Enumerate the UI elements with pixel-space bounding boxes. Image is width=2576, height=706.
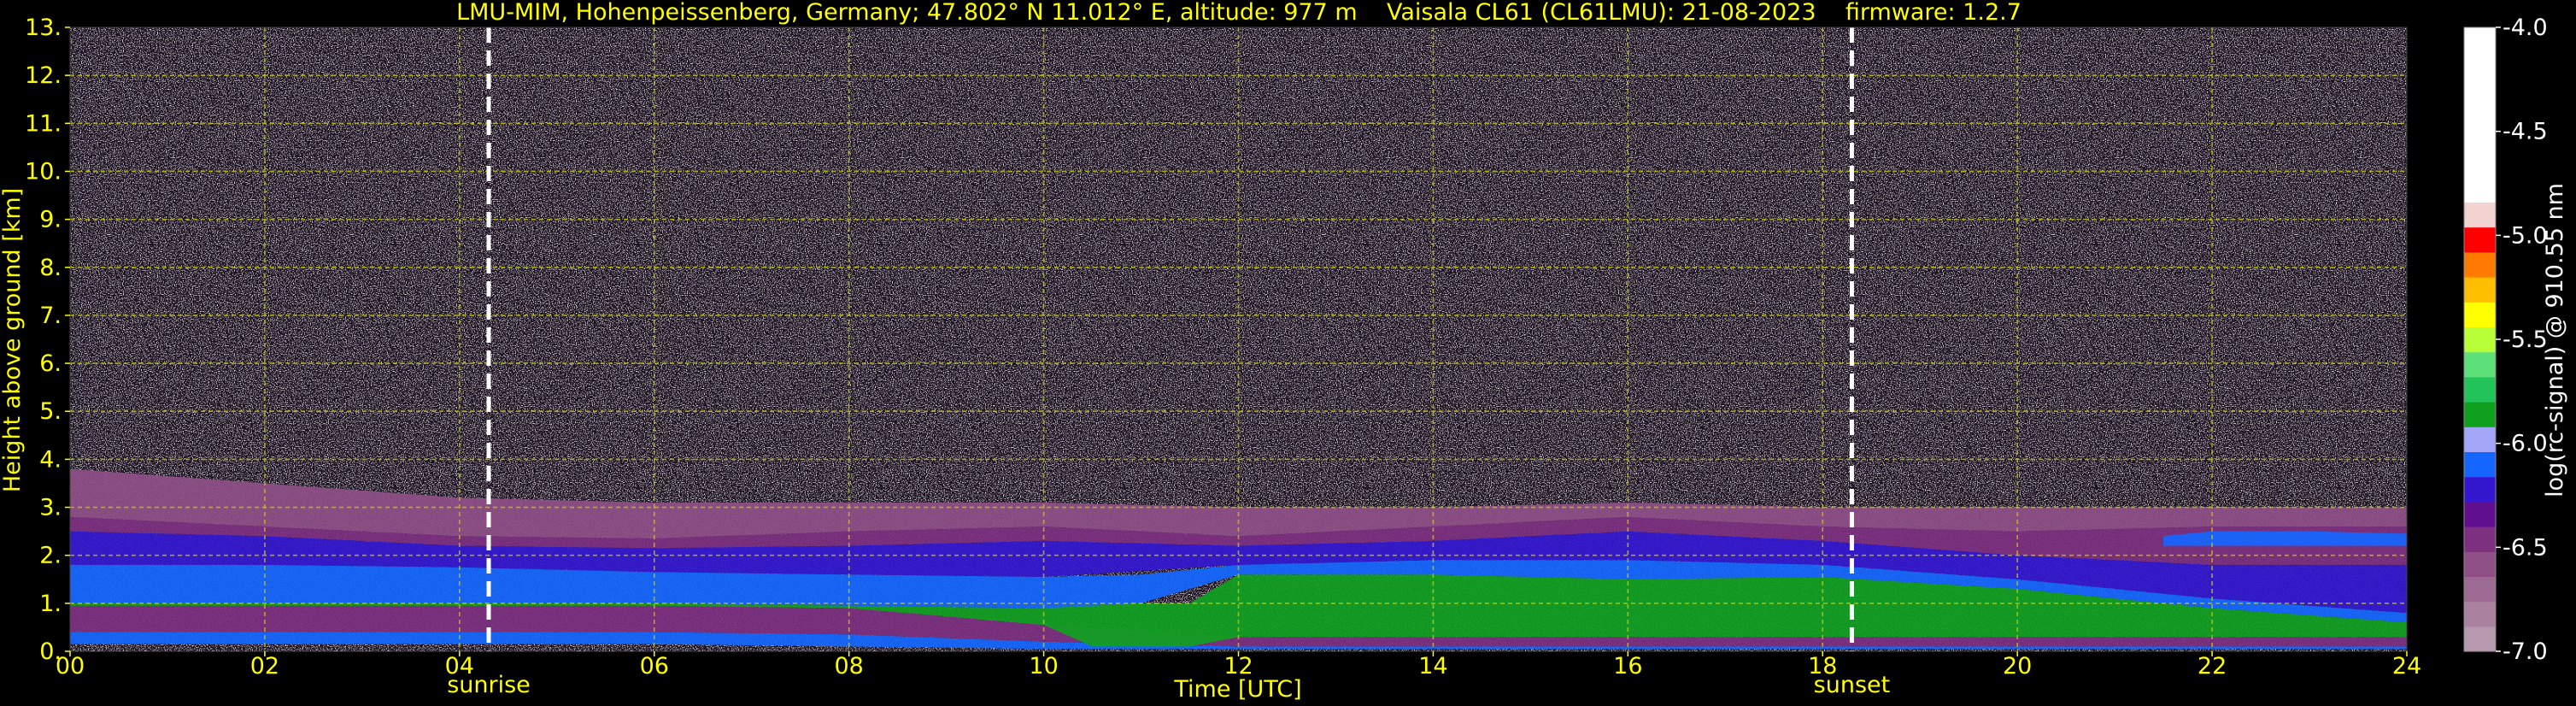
colorbar-step-3 xyxy=(2464,551,2496,577)
backscatter-layer-6 xyxy=(2163,531,2407,546)
y-tick-label-3: 3. xyxy=(39,495,62,521)
colorbar-tick-label-4: -6.0 xyxy=(2503,431,2548,457)
x-tick-label-7: 14 xyxy=(1418,653,1447,680)
y-tick-label-1: 1. xyxy=(39,591,62,617)
y-tick-label-4: 4. xyxy=(39,446,62,473)
x-tick-label-11: 22 xyxy=(2198,653,2227,680)
colorbar-label: log(rc-signal) @ 910.55 nm xyxy=(2542,183,2568,497)
x-tick-label-8: 16 xyxy=(1613,653,1642,680)
y-tick-label-11: 11. xyxy=(25,110,62,137)
y-tick-label-0: 0. xyxy=(39,638,62,665)
colorbar-step-9 xyxy=(2464,402,2496,427)
colorbar-tick-label-5: -6.5 xyxy=(2503,534,2548,561)
colorbar-step-8 xyxy=(2464,427,2496,452)
colorbar-step-14 xyxy=(2464,277,2496,303)
figure-title: LMU-MIM, Hohenpeissenberg, Germany; 47.8… xyxy=(456,0,2021,26)
marker-label-sunset: sunset xyxy=(1814,672,1891,698)
colorbar-step-7 xyxy=(2464,451,2496,478)
y-tick-label-12: 12. xyxy=(25,62,62,89)
colorbar-tick-label-0: -4.0 xyxy=(2503,15,2548,41)
colorbar-ticks: -4.0 -4.5 -5.0 -5.5 -6.0 -6.5 -7.0 xyxy=(2496,15,2548,665)
x-tick-label-12: 24 xyxy=(2392,653,2421,680)
colorbar-tick-label-6: -7.0 xyxy=(2503,638,2548,665)
plot-area xyxy=(70,27,2407,651)
y-tick-label-10: 10. xyxy=(25,158,62,185)
x-tick-label-1: 02 xyxy=(250,653,279,680)
y-tick-label-5: 5. xyxy=(39,398,62,425)
x-tick-label-10: 20 xyxy=(2003,653,2032,680)
colorbar-step-2 xyxy=(2464,576,2496,603)
marker-label-sunrise: sunrise xyxy=(447,672,531,698)
y-tick-label-9: 9. xyxy=(39,207,62,233)
ceilometer-figure: LMU-MIM, Hohenpeissenberg, Germany; 47.8… xyxy=(0,0,2568,703)
colorbar-step-18 xyxy=(2464,27,2496,203)
colorbar-step-13 xyxy=(2464,302,2496,327)
colorbar-tick-label-1: -4.5 xyxy=(2503,119,2548,145)
y-tick-label-13: 13. xyxy=(25,15,62,41)
colorbar-step-12 xyxy=(2464,327,2496,353)
x-tick-label-3: 06 xyxy=(640,653,669,680)
y-tick-label-8: 8. xyxy=(39,255,62,281)
colorbar-step-17 xyxy=(2464,202,2496,228)
y-axis-label: Height above ground [km] xyxy=(0,188,26,492)
colorbar-step-4 xyxy=(2464,527,2496,552)
colorbar-tick-label-2: -5.0 xyxy=(2503,222,2548,249)
x-tick-label-4: 08 xyxy=(834,653,863,680)
colorbar-step-15 xyxy=(2464,251,2496,278)
colorbar-step-0 xyxy=(2464,626,2496,652)
y-axis-ticks: 0. 1. 2. 3. 4. 5. 6. 7. 8. 9. 10. 11. 12. 13. xyxy=(25,15,70,665)
colorbar-step-10 xyxy=(2464,376,2496,403)
y-tick-label-7: 7. xyxy=(39,303,62,329)
y-tick-label-2: 2. xyxy=(39,543,62,569)
colorbar-step-16 xyxy=(2464,227,2496,253)
x-tick-label-5: 10 xyxy=(1029,653,1058,680)
colorbar-step-5 xyxy=(2464,501,2496,527)
colorbar-step-11 xyxy=(2464,351,2496,378)
y-tick-label-6: 6. xyxy=(39,350,62,377)
colorbar-step-6 xyxy=(2464,476,2496,503)
colorbar-step-1 xyxy=(2464,601,2496,627)
x-axis-label: Time [UTC] xyxy=(1173,676,1301,703)
colorbar xyxy=(2463,26,2497,652)
colorbar-tick-label-3: -5.5 xyxy=(2503,327,2548,353)
